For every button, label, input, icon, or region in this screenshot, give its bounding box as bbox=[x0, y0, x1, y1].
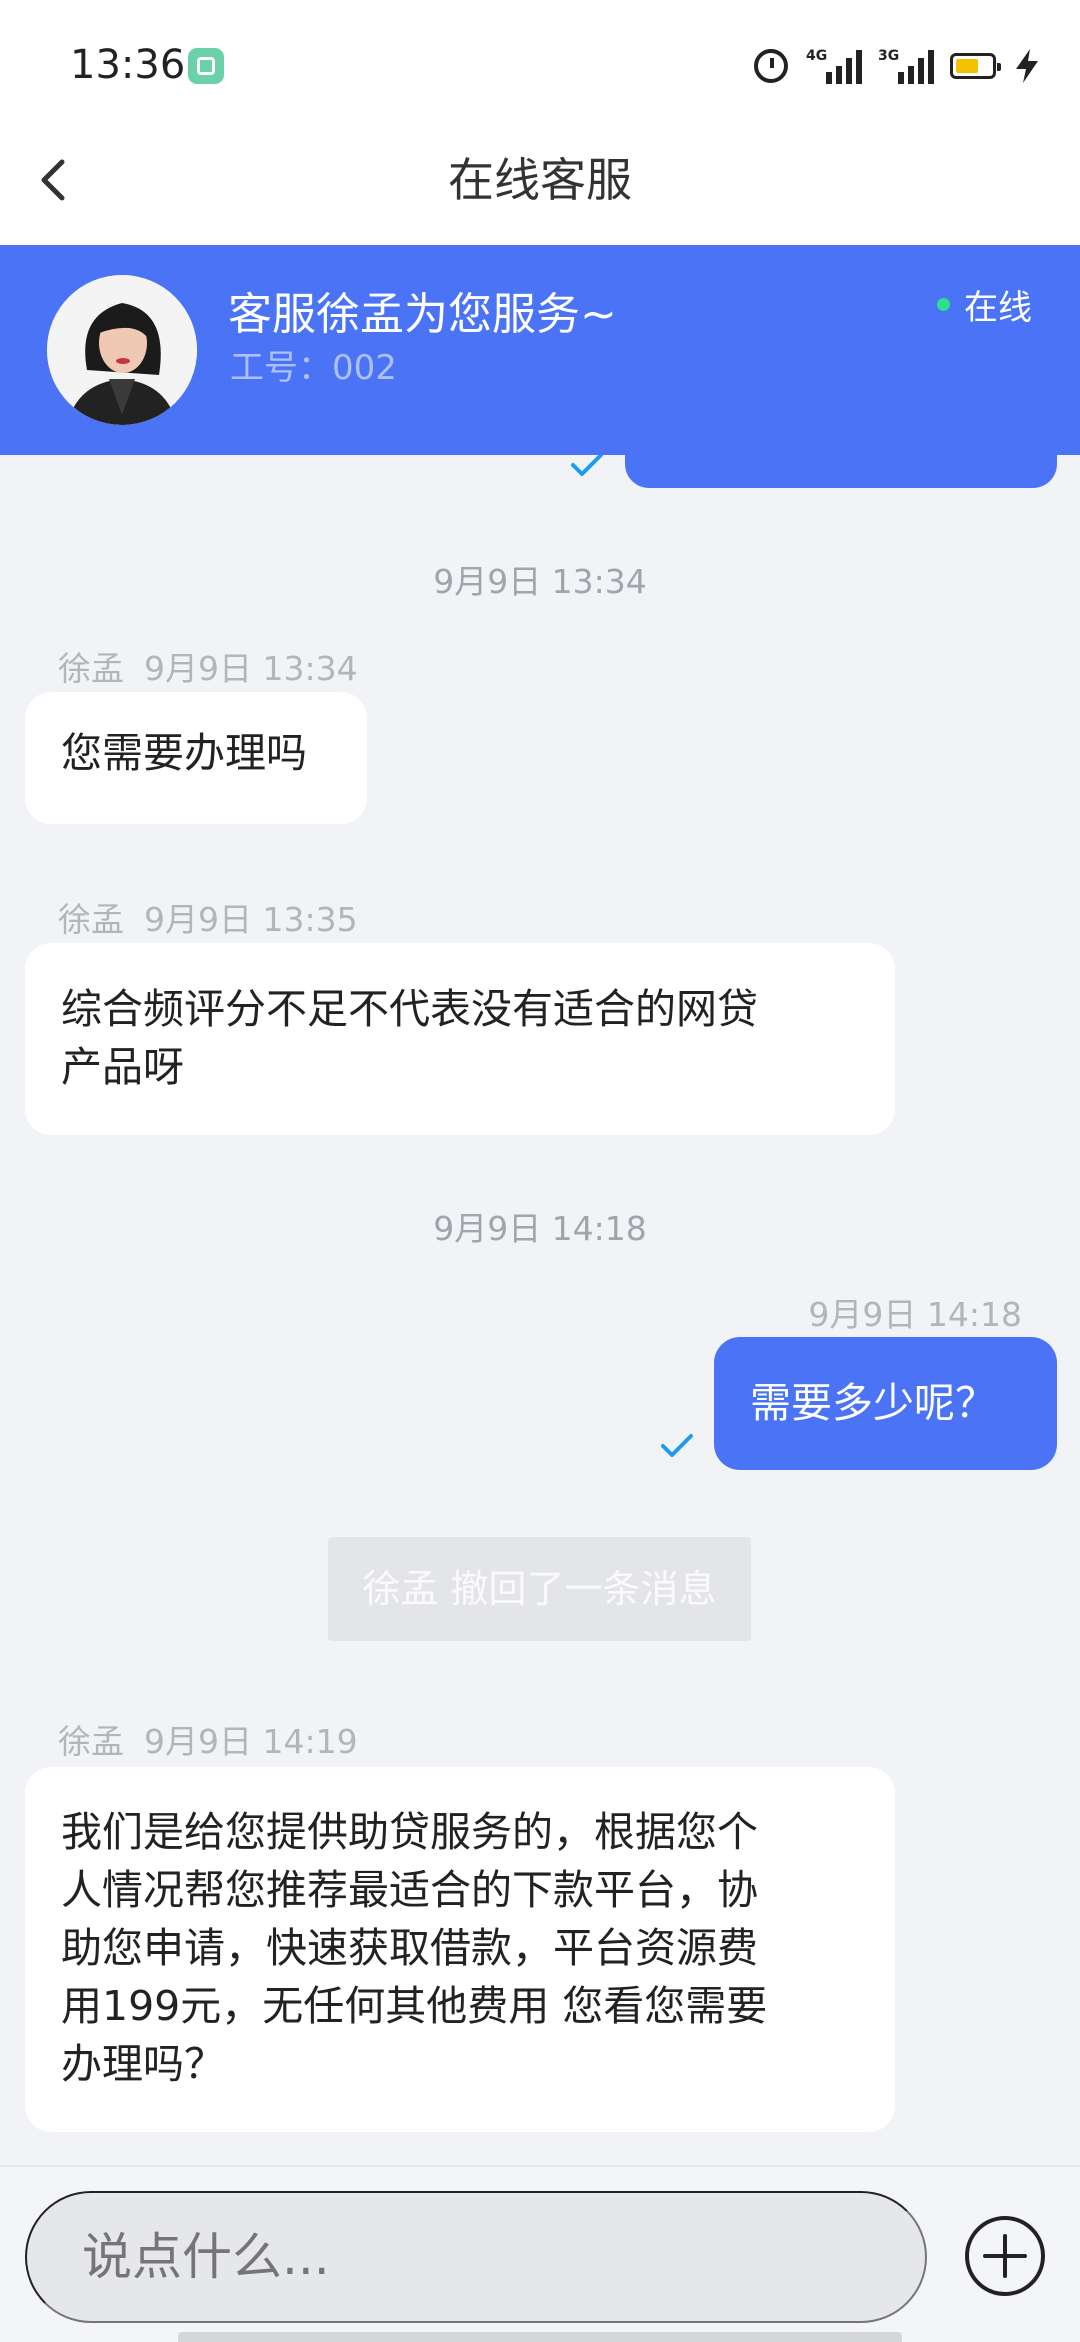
message-text-line: 助您申请，快速获取借款，平台资源费 bbox=[61, 1924, 758, 1972]
message-meta: 9月9日 14:18 bbox=[808, 1288, 1022, 1336]
agent-greeting: 客服徐孟为您服务~ bbox=[228, 289, 617, 340]
agent-avatar bbox=[47, 275, 197, 425]
network-type-label: 4G bbox=[806, 48, 828, 64]
signal-3g-icon: 3G bbox=[878, 48, 934, 84]
message-text-line: 用199元，无任何其他费用 您看您需要 bbox=[61, 1982, 768, 2030]
online-status-label: 在线 bbox=[964, 288, 1032, 328]
message-input[interactable] bbox=[25, 2191, 927, 2323]
charging-icon bbox=[1016, 49, 1038, 83]
recall-notice: 徐孟 撤回了一条消息 bbox=[328, 1537, 751, 1641]
signal-4g-icon: 4G bbox=[806, 48, 862, 84]
add-attachment-button[interactable] bbox=[963, 2214, 1047, 2298]
message-meta: 徐孟 9月9日 13:34 bbox=[58, 642, 358, 690]
message-text-line: 我们是给您提供助贷服务的，根据您个 bbox=[61, 1808, 758, 1856]
status-icons: 4G 3G bbox=[754, 46, 1040, 86]
page-title: 在线客服 bbox=[448, 153, 632, 207]
message-bubble-user[interactable]: 需要多少呢？ bbox=[714, 1337, 1057, 1470]
status-bar: 13:36 4G 3G bbox=[0, 0, 1080, 130]
agent-portrait-icon bbox=[47, 275, 197, 425]
message-text-line: 人情况帮您推荐最适合的下款平台，协 bbox=[61, 1866, 758, 1914]
app-notification-icon bbox=[188, 48, 224, 84]
status-time: 13:36 bbox=[70, 42, 186, 88]
read-check-icon bbox=[571, 453, 603, 476]
message-meta: 徐孟 9月9日 13:35 bbox=[58, 893, 358, 941]
message-meta: 徐孟 9月9日 14:19 bbox=[58, 1715, 358, 1763]
agent-info-card: 在线 bbox=[0, 245, 1080, 455]
message-bubble-agent[interactable]: 您需要办理吗 bbox=[25, 692, 367, 824]
plus-icon bbox=[983, 2234, 1027, 2278]
message-bubble-agent[interactable]: 综合频评分不足不代表没有适合的网贷 产品呀 bbox=[25, 943, 895, 1135]
network-type-label-2: 3G bbox=[878, 48, 900, 64]
online-status: 在线 bbox=[937, 280, 1032, 329]
message-text-line: 综合频评分不足不代表没有适合的网贷 bbox=[61, 985, 758, 1033]
message-time: 9月9日 13:34 bbox=[144, 649, 358, 688]
message-time: 9月9日 14:18 bbox=[808, 1295, 1022, 1334]
message-text-line: 产品呀 bbox=[61, 1043, 184, 1091]
agent-employee-id: 工号：002 bbox=[230, 348, 397, 388]
chat-timestamp: 9月9日 14:18 bbox=[433, 1209, 647, 1248]
message-text-line: 办理吗？ bbox=[61, 2040, 225, 2088]
message-sender: 徐孟 bbox=[58, 649, 124, 688]
home-indicator[interactable] bbox=[178, 2332, 902, 2342]
nav-bar: 在线客服 bbox=[0, 130, 1080, 245]
alarm-icon bbox=[754, 49, 788, 83]
message-text: 您需要办理吗 bbox=[61, 729, 307, 777]
message-composer bbox=[0, 2165, 1080, 2342]
chat-timestamp: 9月9日 13:34 bbox=[433, 562, 647, 601]
battery-icon bbox=[950, 53, 1001, 79]
message-bubble-agent[interactable]: 我们是给您提供助贷服务的，根据您个 人情况帮您推荐最适合的下款平台，协 助您申请… bbox=[25, 1767, 895, 2132]
message-sender: 徐孟 bbox=[58, 900, 124, 939]
message-time: 9月9日 13:35 bbox=[144, 900, 358, 939]
message-sender: 徐孟 bbox=[58, 1722, 124, 1761]
online-dot-icon bbox=[937, 298, 950, 311]
read-check-icon bbox=[661, 1434, 693, 1457]
message-text: 需要多少呢？ bbox=[750, 1379, 996, 1427]
message-time: 9月9日 14:19 bbox=[144, 1722, 358, 1761]
